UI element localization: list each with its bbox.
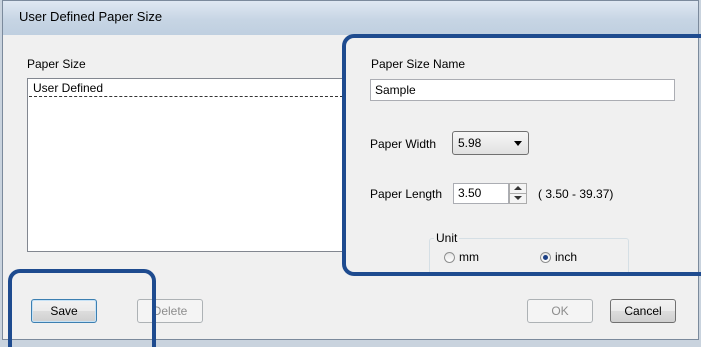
paper-size-list[interactable]: User Defined xyxy=(27,78,345,252)
list-item[interactable]: User Defined xyxy=(29,80,343,97)
paper-size-label: Paper Size xyxy=(27,57,86,71)
cancel-button[interactable]: Cancel xyxy=(610,299,676,323)
settings-highlight-callout xyxy=(342,34,701,276)
save-highlight-callout xyxy=(8,269,156,347)
window-title: User Defined Paper Size xyxy=(19,9,163,24)
ok-button[interactable]: OK xyxy=(527,299,593,323)
title-bar[interactable]: User Defined Paper Size xyxy=(3,1,698,35)
